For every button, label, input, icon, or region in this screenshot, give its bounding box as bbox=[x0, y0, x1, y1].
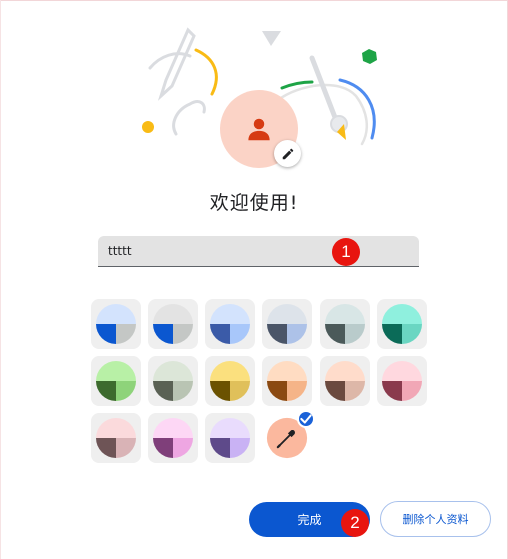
color-swatch[interactable] bbox=[320, 356, 370, 406]
triangle-shape bbox=[262, 31, 281, 46]
color-swatch[interactable] bbox=[205, 413, 255, 463]
profile-name-field[interactable] bbox=[98, 236, 419, 267]
swatch-graphic bbox=[325, 361, 365, 401]
color-swatch[interactable] bbox=[320, 299, 370, 349]
swatch-graphic bbox=[153, 361, 193, 401]
custom-color-swatch[interactable] bbox=[262, 410, 315, 463]
yellow-dot bbox=[142, 121, 154, 133]
swatch-graphic bbox=[382, 304, 422, 344]
callout-marker-1: 1 bbox=[332, 238, 360, 266]
swatch-graphic bbox=[382, 361, 422, 401]
person-icon bbox=[248, 118, 270, 141]
yellow-arc bbox=[194, 48, 218, 96]
swatch-graphic bbox=[210, 361, 250, 401]
color-swatch[interactable] bbox=[148, 299, 198, 349]
callout-marker-2: 2 bbox=[341, 509, 369, 537]
color-swatch[interactable] bbox=[205, 299, 255, 349]
profile-name-input[interactable] bbox=[98, 236, 419, 266]
color-swatch[interactable] bbox=[377, 356, 427, 406]
swatch-graphic bbox=[210, 418, 250, 458]
color-swatch[interactable] bbox=[205, 356, 255, 406]
swatch-graphic bbox=[325, 304, 365, 344]
swatch-graphic bbox=[267, 361, 307, 401]
welcome-heading: 欢迎使用! bbox=[209, 192, 299, 214]
color-swatch[interactable] bbox=[148, 356, 198, 406]
swatch-graphic bbox=[153, 304, 193, 344]
swatch-graphic bbox=[210, 304, 250, 344]
color-swatch[interactable] bbox=[377, 299, 427, 349]
delete-profile-button[interactable]: 删除个人资料 bbox=[380, 501, 491, 537]
hexagon-shape bbox=[362, 49, 377, 64]
swatch-graphic bbox=[96, 418, 136, 458]
edit-avatar-button[interactable] bbox=[274, 140, 301, 167]
color-swatch[interactable] bbox=[91, 413, 141, 463]
color-swatch[interactable] bbox=[148, 413, 198, 463]
swatch-graphic bbox=[96, 304, 136, 344]
brush-doodle-right bbox=[309, 55, 348, 140]
swatch-graphic bbox=[153, 418, 193, 458]
pencil-icon bbox=[282, 148, 293, 159]
selected-check-icon bbox=[297, 410, 315, 428]
swatch-graphic bbox=[267, 304, 307, 344]
color-swatch[interactable] bbox=[262, 299, 312, 349]
swatch-graphic bbox=[96, 361, 136, 401]
color-swatch[interactable] bbox=[91, 356, 141, 406]
color-swatch[interactable] bbox=[91, 299, 141, 349]
pencil-doodle-left bbox=[148, 27, 206, 136]
